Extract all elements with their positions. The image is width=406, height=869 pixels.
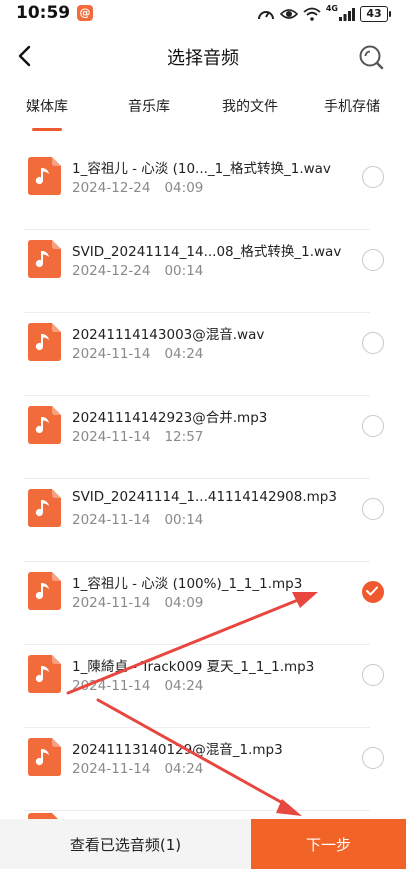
- file-meta: 2024-11-14 04:24: [72, 678, 203, 694]
- file-name: SVID_20241114_14...08_格式转换_1.wav: [72, 244, 342, 260]
- file-name: 1_容祖儿 - 心淡 (10..._1_格式转换_1.wav: [72, 161, 331, 177]
- music-note-icon: [28, 655, 61, 693]
- file-list-item[interactable]: SVID_20241114_14...08_格式转换_1.wav 2024-12…: [24, 230, 384, 313]
- status-icons: 4G 43: [257, 4, 391, 24]
- wifi-icon: [303, 7, 321, 21]
- source-tabs: 媒体库 音乐库 我的文件 手机存储: [0, 96, 406, 136]
- file-duration: 00:14: [164, 512, 204, 528]
- select-radio[interactable]: [362, 332, 384, 354]
- select-radio[interactable]: [362, 581, 384, 603]
- file-duration: 04:24: [164, 761, 204, 777]
- music-note-icon: [28, 489, 61, 527]
- music-note-icon: [28, 323, 61, 361]
- file-list-item[interactable]: SVID_20241114_1...41114142908.mp3 2024-1…: [24, 479, 384, 562]
- file-meta: 2024-11-14 00:14: [72, 512, 203, 528]
- checkmark-icon: [366, 586, 378, 596]
- audio-file-list[interactable]: 1_容祖儿 - 心淡 (10..._1_格式转换_1.wav 2024-12-2…: [0, 147, 406, 819]
- file-duration: 04:24: [164, 678, 204, 694]
- file-date: 2024-11-14: [72, 512, 151, 528]
- battery-icon: 43: [360, 6, 391, 22]
- file-name: 1_陳綺貞 - Track009 夏天_1_1_1.mp3: [72, 659, 315, 675]
- active-tab-indicator: [32, 128, 62, 131]
- file-name: 20241113140129@混音_1.mp3: [72, 742, 283, 758]
- file-duration: 04:24: [164, 346, 204, 362]
- file-list-item[interactable]: 1_容祖儿 - 心淡 (100%)_1_1_1.mp3 2024-11-14 04…: [24, 562, 384, 645]
- file-duration: 12:57: [164, 429, 204, 445]
- status-time: 10:59: [16, 3, 71, 23]
- file-list-item[interactable]: 20241114142923@合并.mp3 2024-11-14 12:57: [24, 396, 384, 479]
- view-selected-button[interactable]: 查看已选音频(1): [0, 819, 251, 869]
- file-duration: 00:14: [164, 263, 204, 279]
- file-list-item[interactable]: 1_陳綺貞 - Track009 夏天_1_1_1.mp3 2024-11-14…: [24, 645, 384, 728]
- music-note-icon: [28, 406, 61, 444]
- file-date: 2024-11-14: [72, 678, 151, 694]
- select-radio[interactable]: [362, 664, 384, 686]
- tab-media-library[interactable]: 媒体库: [26, 96, 68, 116]
- music-note-icon: [28, 157, 61, 195]
- file-list-item-partial: [24, 811, 370, 819]
- network-label: 4G: [325, 4, 338, 13]
- file-meta: 2024-11-14 12:57: [72, 429, 203, 445]
- page-title: 选择音频: [167, 48, 239, 69]
- file-list-item[interactable]: 1_容祖儿 - 心淡 (10..._1_格式转换_1.wav 2024-12-2…: [24, 147, 384, 230]
- file-date: 2024-11-14: [72, 346, 151, 362]
- select-radio[interactable]: [362, 498, 384, 520]
- file-list-item[interactable]: 20241113140129@混音_1.mp3 2024-11-14 04:24: [24, 728, 384, 811]
- status-bar: 10:59 @ 4G 43: [0, 0, 406, 30]
- file-name: 20241114143003@混音.wav: [72, 327, 265, 343]
- tab-music-library[interactable]: 音乐库: [128, 96, 170, 116]
- select-radio[interactable]: [362, 747, 384, 769]
- speedometer-icon: [257, 11, 274, 20]
- tab-my-files[interactable]: 我的文件: [222, 96, 278, 116]
- file-meta: 2024-12-24 00:14: [72, 263, 203, 279]
- tab-phone-storage[interactable]: 手机存储: [324, 96, 380, 116]
- file-date: 2024-12-24: [72, 263, 151, 279]
- file-date: 2024-12-24: [72, 180, 151, 196]
- file-list-item[interactable]: 20241114143003@混音.wav 2024-11-14 04:24: [24, 313, 384, 396]
- file-date: 2024-11-14: [72, 761, 151, 777]
- search-button[interactable]: [356, 42, 386, 72]
- select-radio[interactable]: [362, 166, 384, 188]
- signal-icon: [339, 8, 355, 21]
- search-icon: [359, 45, 384, 70]
- bottom-action-bar: 查看已选音频(1) 下一步: [0, 819, 406, 869]
- file-meta: 2024-11-14 04:09: [72, 595, 203, 611]
- header: 选择音频: [0, 30, 406, 82]
- music-note-icon: [28, 240, 61, 278]
- next-step-button[interactable]: 下一步: [251, 819, 406, 869]
- select-radio[interactable]: [362, 249, 384, 271]
- file-duration: 04:09: [164, 180, 204, 196]
- file-meta: 2024-12-24 04:09: [72, 180, 203, 196]
- eye-icon: [279, 9, 298, 19]
- file-date: 2024-11-14: [72, 429, 151, 445]
- music-note-icon: [28, 738, 61, 776]
- music-note-icon: [28, 572, 61, 610]
- file-duration: 04:09: [164, 595, 204, 611]
- file-meta: 2024-11-14 04:24: [72, 346, 203, 362]
- file-date: 2024-11-14: [72, 595, 151, 611]
- file-meta: 2024-11-14 04:24: [72, 761, 203, 777]
- select-radio[interactable]: [362, 415, 384, 437]
- file-name: SVID_20241114_1...41114142908.mp3: [72, 489, 337, 505]
- notification-app-icon: @: [77, 5, 93, 21]
- file-name: 20241114142923@合并.mp3: [72, 410, 268, 426]
- file-name: 1_容祖儿 - 心淡 (100%)_1_1_1.mp3: [72, 576, 303, 592]
